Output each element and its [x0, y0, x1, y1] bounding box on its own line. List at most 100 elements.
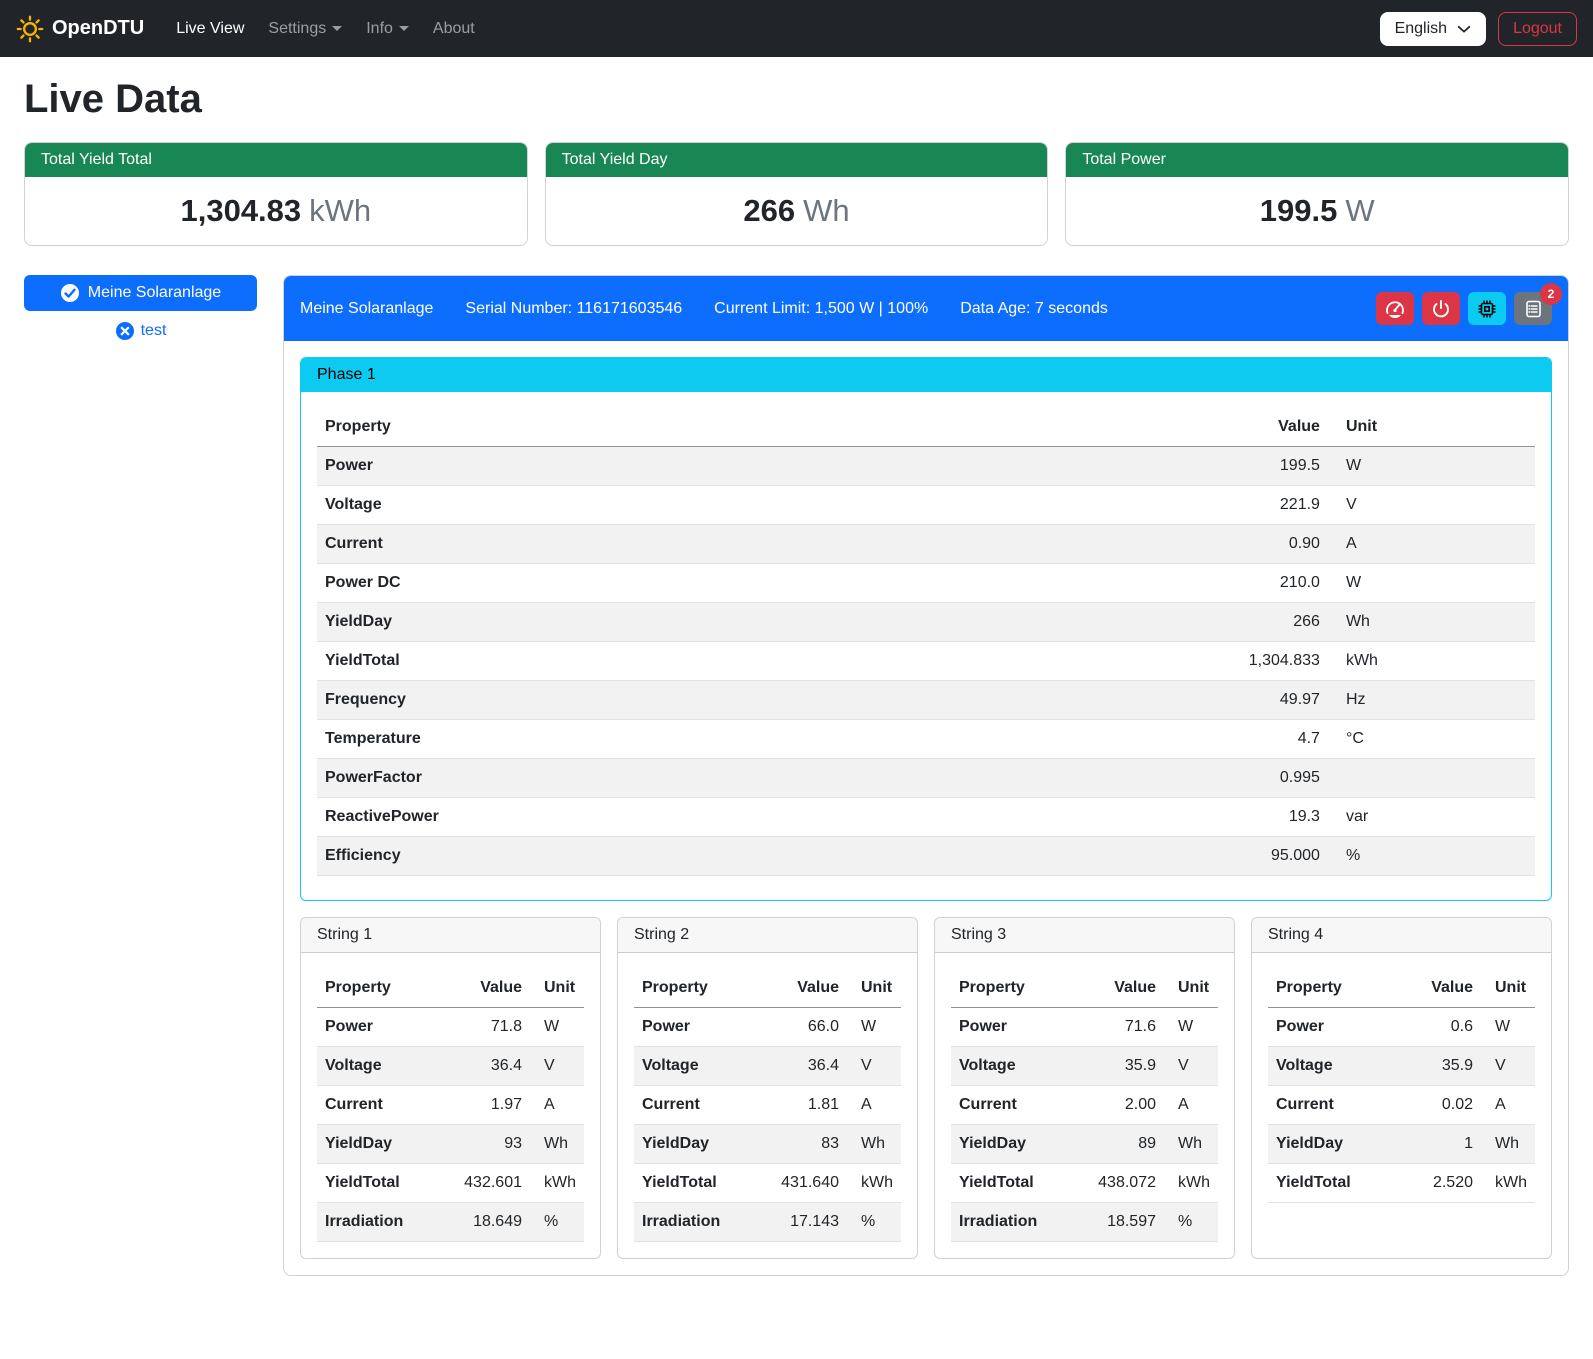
property-cell: Current — [317, 525, 1170, 564]
value-cell: 35.9 — [1084, 1047, 1164, 1086]
value-cell: 0.995 — [1170, 759, 1328, 798]
unit-cell: Wh — [847, 1125, 901, 1164]
value-cell: 18.597 — [1084, 1203, 1164, 1242]
unit-cell: kWh — [1481, 1164, 1535, 1203]
unit-cell: kWh — [1328, 642, 1535, 681]
card-title: Total Power — [1066, 143, 1568, 177]
string-2-title: String 2 — [618, 918, 917, 953]
value-cell: 83 — [767, 1125, 847, 1164]
unit-cell: W — [1328, 564, 1535, 603]
event-log-button[interactable]: 2 — [1514, 292, 1552, 325]
nav-item-live-view[interactable]: Live View — [168, 12, 252, 46]
property-cell: Temperature — [317, 720, 1170, 759]
card-total-power: Total Power 199.5W — [1065, 142, 1569, 246]
unit-cell: W — [1481, 1008, 1535, 1047]
value-cell: 71.8 — [450, 1008, 530, 1047]
inverter-sidebar: Meine Solaranlage test — [24, 275, 257, 341]
property-cell: Efficiency — [317, 837, 1170, 876]
unit-cell: Wh — [1328, 603, 1535, 642]
table-row: Voltage36.4V — [317, 1047, 584, 1086]
string-1-body: Property Value Unit Power71.8WVoltage36.… — [301, 953, 600, 1258]
unit-cell: V — [1164, 1047, 1218, 1086]
phase-1-body: Property Value Unit Power199.5WVoltage22… — [301, 392, 1551, 900]
string-4-body: Property Value Unit Power0.6WVoltage35.9… — [1252, 953, 1551, 1219]
total-yield-total-value: 1,304.83 — [180, 193, 301, 228]
inverter-actions: 2 — [1376, 292, 1552, 325]
inverter-data-age: Data Age: 7 seconds — [960, 300, 1108, 318]
property-cell: PowerFactor — [317, 759, 1170, 798]
value-cell: 431.640 — [767, 1164, 847, 1203]
col-value: Value — [1401, 969, 1481, 1008]
property-cell: Current — [1268, 1086, 1401, 1125]
value-cell: 199.5 — [1170, 447, 1328, 486]
unit-cell: V — [530, 1047, 584, 1086]
unit-cell: % — [1328, 837, 1535, 876]
value-cell: 66.0 — [767, 1008, 847, 1047]
language-select[interactable]: English — [1380, 12, 1486, 46]
property-cell: Power DC — [317, 564, 1170, 603]
property-cell: Power — [317, 1008, 450, 1047]
unit-cell: A — [530, 1086, 584, 1125]
col-property: Property — [1268, 969, 1401, 1008]
table-row: Frequency49.97Hz — [317, 681, 1535, 720]
property-cell: YieldDay — [317, 1125, 450, 1164]
table-row: PowerFactor0.995 — [317, 759, 1535, 798]
value-cell: 71.6 — [1084, 1008, 1164, 1047]
property-cell: Frequency — [317, 681, 1170, 720]
chevron-down-icon — [1457, 22, 1471, 36]
inverter-selector-label: Meine Solaranlage — [88, 284, 221, 302]
nav-item-about[interactable]: About — [425, 12, 483, 46]
brand[interactable]: OpenDTU — [16, 15, 144, 43]
phase-1-card: Phase 1 Property Value Unit Power199.5WV… — [300, 357, 1552, 901]
table-row: YieldDay1Wh — [1268, 1125, 1535, 1164]
table-row: YieldTotal432.601kWh — [317, 1164, 584, 1203]
table-row: Current2.00A — [951, 1086, 1218, 1125]
value-cell: 4.7 — [1170, 720, 1328, 759]
value-cell: 1 — [1401, 1125, 1481, 1164]
table-row: YieldDay93Wh — [317, 1125, 584, 1164]
page-title: Live Data — [24, 77, 1569, 122]
value-cell: 0.90 — [1170, 525, 1328, 564]
string-1-table: Property Value Unit Power71.8WVoltage36.… — [317, 969, 584, 1242]
property-cell: YieldTotal — [1268, 1164, 1401, 1203]
inverter-selector-active[interactable]: Meine Solaranlage — [24, 275, 257, 311]
nav-item-settings[interactable]: Settings — [260, 12, 350, 46]
table-row: Irradiation18.649% — [317, 1203, 584, 1242]
power-button[interactable] — [1422, 292, 1460, 325]
value-cell: 1.97 — [450, 1086, 530, 1125]
limit-settings-button[interactable] — [1376, 292, 1414, 325]
device-info-button[interactable] — [1468, 292, 1506, 325]
table-row: Power0.6W — [1268, 1008, 1535, 1047]
table-row: Voltage35.9V — [1268, 1047, 1535, 1086]
total-power-value: 199.5 — [1260, 193, 1338, 228]
table-header-row: Property Value Unit — [317, 408, 1535, 447]
card-body: 266Wh — [546, 177, 1048, 245]
col-property: Property — [317, 408, 1170, 447]
unit-cell: A — [847, 1086, 901, 1125]
value-cell: 36.4 — [767, 1047, 847, 1086]
table-row: YieldDay83Wh — [634, 1125, 901, 1164]
property-cell: Voltage — [634, 1047, 767, 1086]
inverter-panel-header: Meine Solaranlage Serial Number: 1161716… — [284, 276, 1568, 341]
property-cell: YieldTotal — [951, 1164, 1084, 1203]
inverter-selector-test[interactable]: test — [24, 321, 257, 341]
value-cell: 432.601 — [450, 1164, 530, 1203]
journal-list-icon — [1523, 299, 1543, 319]
unit-cell: Wh — [1164, 1125, 1218, 1164]
string-2-card: String 2 Property Value Unit Power66.0WV… — [617, 917, 918, 1259]
table-row: Efficiency95.000% — [317, 837, 1535, 876]
value-cell: 36.4 — [450, 1047, 530, 1086]
strings-row: String 1 Property Value Unit Power71.8WV… — [300, 917, 1552, 1259]
unit-cell: V — [847, 1047, 901, 1086]
table-row: Voltage35.9V — [951, 1047, 1218, 1086]
value-cell: 0.6 — [1401, 1008, 1481, 1047]
card-body: 199.5W — [1066, 177, 1568, 245]
nav-item-info[interactable]: Info — [358, 12, 417, 46]
unit-cell: Wh — [530, 1125, 584, 1164]
col-value: Value — [1170, 408, 1328, 447]
string-3-title: String 3 — [935, 918, 1234, 953]
table-row: Voltage221.9V — [317, 486, 1535, 525]
string-4-card: String 4 Property Value Unit Power0.6WVo… — [1251, 917, 1552, 1259]
table-header-row: Property Value Unit — [1268, 969, 1535, 1008]
logout-button[interactable]: Logout — [1498, 12, 1577, 46]
